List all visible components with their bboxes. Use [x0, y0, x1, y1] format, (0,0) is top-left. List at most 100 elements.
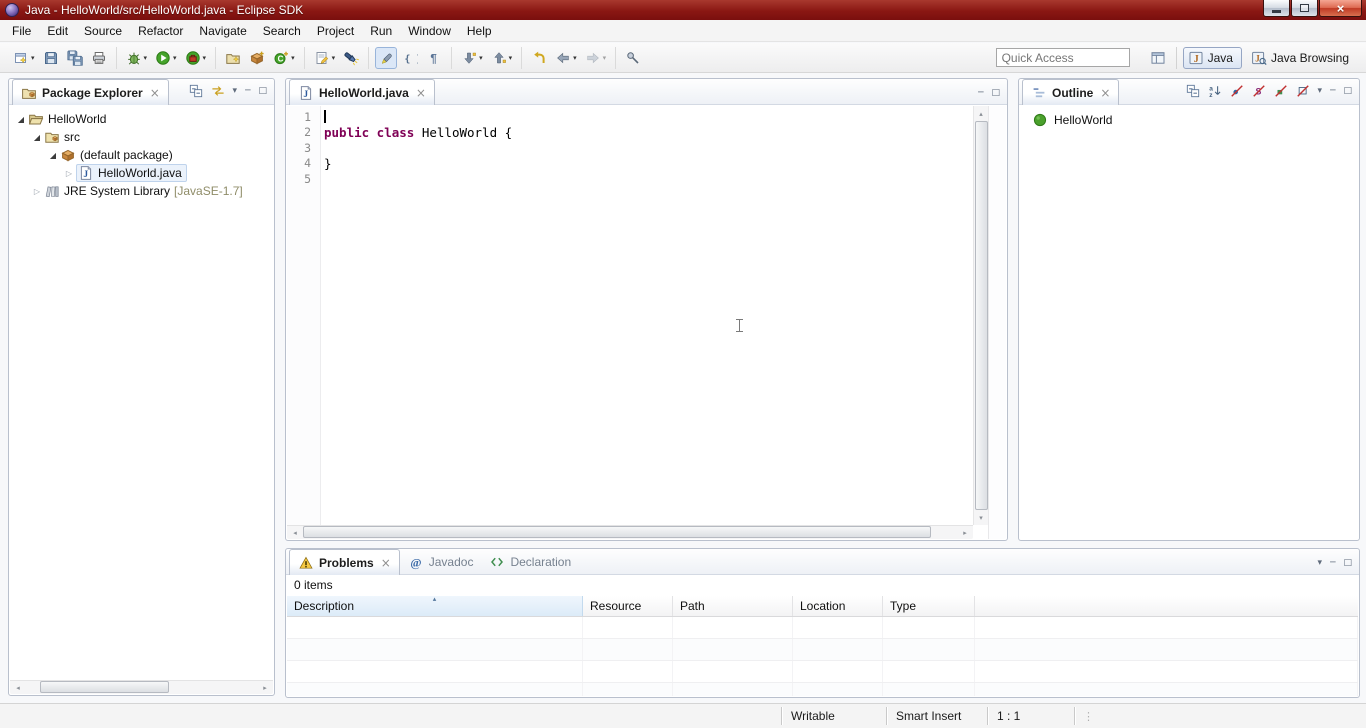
debug-button[interactable]: ▾	[123, 47, 151, 69]
minimize-view-button[interactable]: ─	[978, 89, 983, 98]
dropdown-arrow-icon[interactable]: ▾	[603, 54, 607, 62]
expander-collapsed-icon[interactable]: ▷	[62, 169, 76, 178]
mark-occurrences-button[interactable]	[375, 47, 397, 69]
tab-javadoc[interactable]: @Javadoc	[400, 549, 482, 574]
dropdown-arrow-icon[interactable]: ▾	[173, 54, 177, 62]
scrollbar-thumb[interactable]	[303, 526, 931, 538]
editor-line-2[interactable]: 2public class HelloWorld {	[287, 125, 973, 141]
search-button[interactable]	[340, 47, 362, 69]
column-header-type[interactable]: Type	[883, 596, 975, 616]
scroll-left-icon[interactable]: ◂	[10, 681, 26, 694]
maximize-view-button[interactable]: □	[1343, 559, 1352, 568]
editor-tab-helloworld-java[interactable]: J HelloWorld.java ×	[289, 79, 435, 105]
scroll-right-icon[interactable]: ▸	[257, 681, 273, 694]
titlebar[interactable]: Java - HelloWorld/src/HelloWorld.java - …	[0, 0, 1366, 20]
outline-item-helloworld[interactable]: HelloWorld	[1020, 111, 1358, 129]
dropdown-arrow-icon[interactable]: ▾	[479, 54, 483, 62]
close-view-icon[interactable]: ×	[1100, 87, 1110, 99]
dropdown-arrow-icon[interactable]: ▾	[291, 54, 295, 62]
expander-expanded-icon[interactable]: ◢	[46, 151, 60, 160]
new-class-button[interactable]: C▾	[270, 47, 298, 69]
collapse-all-button[interactable]	[1186, 84, 1200, 98]
maximize-view-button[interactable]: □	[1343, 87, 1352, 96]
expander-expanded-icon[interactable]: ◢	[14, 115, 28, 124]
expander-collapsed-icon[interactable]: ▷	[30, 187, 44, 196]
minimize-view-button[interactable]: ─	[1330, 87, 1335, 96]
tree-item-helloworld-java[interactable]: ▷JHelloWorld.java	[10, 164, 273, 182]
view-menu-view-button[interactable]: ▾	[233, 87, 238, 96]
menu-search[interactable]: Search	[255, 21, 309, 41]
new-package-button[interactable]	[246, 47, 268, 69]
column-header-description[interactable]: ▴Description	[287, 596, 583, 616]
problems-empty-row[interactable]	[287, 683, 1358, 696]
column-header-resource[interactable]: Resource	[583, 596, 673, 616]
dropdown-arrow-icon[interactable]: ▾	[573, 54, 577, 62]
perspective-java-button[interactable]: JJava	[1183, 47, 1242, 69]
package-explorer-hscrollbar[interactable]: ◂ ▸	[10, 680, 273, 694]
menu-window[interactable]: Window	[400, 21, 459, 41]
run-button[interactable]: ▾	[152, 47, 180, 69]
quick-access-input[interactable]	[996, 48, 1130, 67]
scroll-down-icon[interactable]: ▾	[974, 510, 988, 525]
scrollbar-thumb[interactable]	[975, 121, 988, 510]
print-button[interactable]	[88, 47, 110, 69]
outline-tab[interactable]: Outline ×	[1022, 79, 1119, 105]
column-header-location[interactable]: Location	[793, 596, 883, 616]
minimize-view-button[interactable]: ─	[1330, 559, 1335, 568]
tree-item-helloworld[interactable]: ◢HelloWorld	[10, 110, 273, 128]
menu-run[interactable]: Run	[362, 21, 400, 41]
sort-button[interactable]: az	[1208, 84, 1222, 98]
tree-item-src[interactable]: ◢src	[10, 128, 273, 146]
editor-line-5[interactable]: 5	[287, 171, 973, 187]
hide-fields-button[interactable]	[1230, 84, 1244, 98]
minimize-window-button[interactable]	[1263, 0, 1290, 17]
new-wizard-button[interactable]: ▾	[10, 47, 38, 69]
problems-empty-row[interactable]	[287, 661, 1358, 683]
menu-refactor[interactable]: Refactor	[130, 21, 191, 41]
dropdown-arrow-icon[interactable]: ▾	[31, 54, 35, 62]
close-window-button[interactable]: ×	[1319, 0, 1362, 17]
menu-edit[interactable]: Edit	[39, 21, 76, 41]
close-view-icon[interactable]: ×	[381, 557, 391, 569]
dropdown-arrow-icon[interactable]: ▾	[509, 54, 513, 62]
menu-help[interactable]: Help	[459, 21, 500, 41]
restore-window-button[interactable]	[1291, 0, 1318, 17]
save-all-button[interactable]	[64, 47, 86, 69]
close-editor-icon[interactable]: ×	[416, 87, 426, 99]
scrollbar-thumb[interactable]	[40, 681, 169, 693]
dropdown-arrow-icon[interactable]: ▾	[203, 54, 207, 62]
hide-local-types-button[interactable]	[1296, 84, 1310, 98]
menu-file[interactable]: File	[4, 21, 39, 41]
back-button[interactable]: ▾	[552, 47, 580, 69]
tree-item-default-package[interactable]: ◢(default package)	[10, 146, 273, 164]
overview-ruler[interactable]	[988, 106, 1006, 539]
expander-expanded-icon[interactable]: ◢	[30, 133, 44, 142]
editor-hscrollbar[interactable]: ◂ ▸	[287, 525, 973, 539]
view-menu-view-button[interactable]: ▾	[1318, 87, 1323, 96]
dropdown-arrow-icon[interactable]: ▾	[332, 54, 336, 62]
menu-navigate[interactable]: Navigate	[191, 21, 254, 41]
show-whitespace-button[interactable]: ¶	[423, 47, 445, 69]
hide-non-public-button[interactable]	[1274, 84, 1288, 98]
view-menu-view-button[interactable]: ▾	[1318, 559, 1323, 568]
maximize-view-button[interactable]: □	[258, 87, 267, 96]
show-source-of-selected-button[interactable]: { }	[399, 47, 421, 69]
last-edit-location-button[interactable]	[528, 47, 550, 69]
scroll-right-icon[interactable]: ▸	[957, 526, 973, 539]
editor-line-1[interactable]: 1	[287, 109, 973, 125]
scroll-left-icon[interactable]: ◂	[287, 526, 303, 539]
editor-vscrollbar[interactable]: ▴ ▾	[973, 106, 988, 525]
maximize-view-button[interactable]: □	[991, 89, 1000, 98]
editor-line-4[interactable]: 4}	[287, 156, 973, 172]
close-view-icon[interactable]: ×	[150, 87, 160, 99]
menu-source[interactable]: Source	[76, 21, 130, 41]
menu-project[interactable]: Project	[309, 21, 362, 41]
open-task-button[interactable]: ▾	[311, 47, 339, 69]
tree-item-jre-system-library[interactable]: ▷JRE System Library[JavaSE-1.7]	[10, 182, 273, 200]
scroll-up-icon[interactable]: ▴	[974, 106, 988, 121]
editor-body[interactable]: 12public class HelloWorld {34}5	[287, 106, 973, 525]
open-perspective-button[interactable]	[1146, 47, 1170, 69]
column-header-path[interactable]: Path	[673, 596, 793, 616]
pin-editor-button[interactable]	[622, 47, 644, 69]
problems-empty-row[interactable]	[287, 617, 1358, 639]
